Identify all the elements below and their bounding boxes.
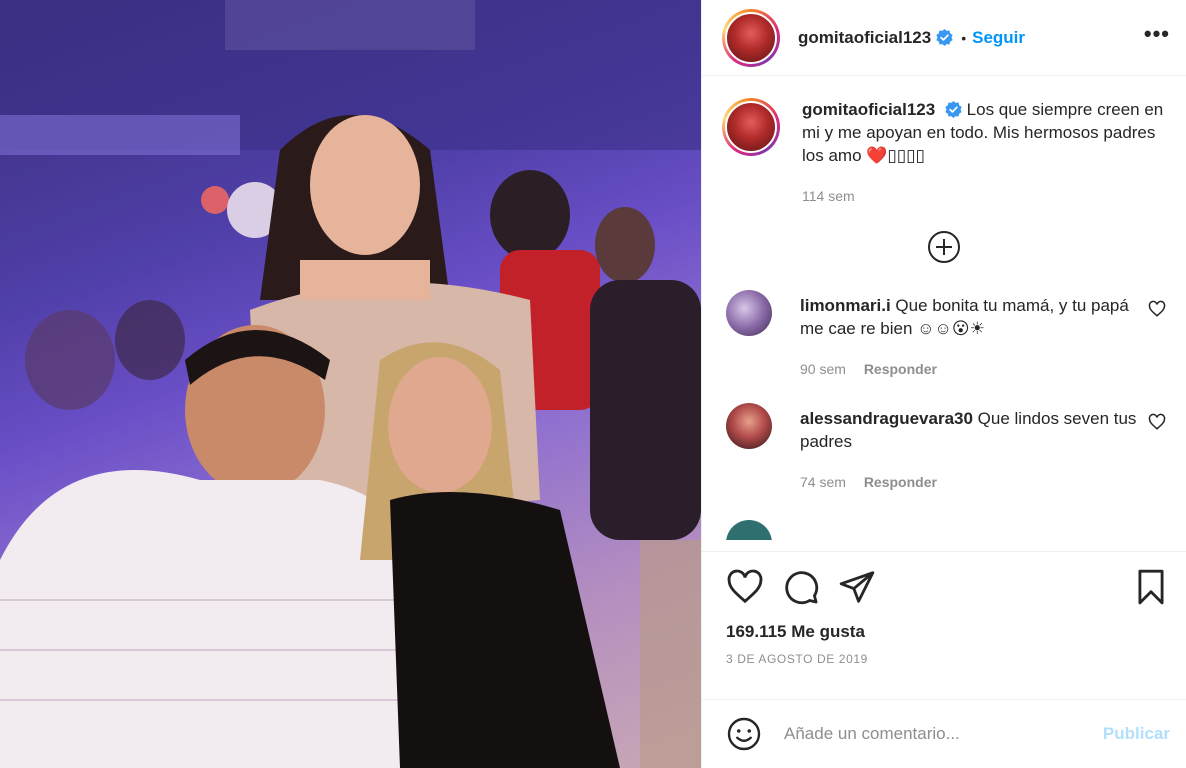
commenter-avatar[interactable] bbox=[726, 290, 772, 336]
verified-badge-icon bbox=[945, 101, 962, 118]
caption-body: gomitaoficial123 Los que siempre creen e… bbox=[802, 98, 1166, 208]
post-caption: gomitaoficial123 Los que siempre creen e… bbox=[722, 98, 1166, 208]
avatar-image bbox=[725, 11, 777, 64]
add-comment-bar: Publicar bbox=[702, 700, 1186, 768]
comments-section[interactable]: gomitaoficial123 Los que siempre creen e… bbox=[702, 76, 1186, 552]
comment-username[interactable]: alessandraguevara30 bbox=[800, 409, 973, 428]
avatar-image bbox=[725, 101, 777, 153]
post-details-panel: gomitaoficial123 • Seguir ••• gomitaofic… bbox=[701, 0, 1186, 768]
post-viewer: gomitaoficial123 • Seguir ••• gomitaofic… bbox=[0, 0, 1186, 768]
more-options-icon[interactable]: ••• bbox=[1144, 21, 1170, 55]
comment-time[interactable]: 90 sem bbox=[800, 361, 846, 377]
comment-meta: 74 sem Responder bbox=[800, 471, 1138, 494]
post-actions bbox=[702, 552, 1186, 622]
caption-avatar[interactable] bbox=[722, 98, 780, 156]
author-username[interactable]: gomitaoficial123 bbox=[798, 28, 931, 48]
post-date[interactable]: 3 DE AGOSTO DE 2019 bbox=[702, 642, 1186, 700]
author-avatar[interactable] bbox=[722, 8, 780, 67]
comment-body: limonmari.i Que bonita tu mamá, y tu pap… bbox=[800, 294, 1166, 381]
comment-body: alessandraguevara30 Que lindos seven tus… bbox=[800, 407, 1166, 494]
comment-input[interactable] bbox=[784, 724, 1103, 744]
publish-button[interactable]: Publicar bbox=[1103, 724, 1170, 744]
caption-meta: 114 sem bbox=[802, 185, 1166, 208]
photo-illustration bbox=[0, 0, 701, 768]
follow-button[interactable]: Seguir bbox=[972, 28, 1025, 48]
like-heart-icon[interactable] bbox=[726, 568, 764, 606]
commenter-avatar[interactable] bbox=[726, 520, 772, 540]
partially-hidden-comment bbox=[722, 520, 1166, 540]
like-comment-heart-icon[interactable] bbox=[1148, 300, 1166, 318]
header-separator: • bbox=[961, 29, 967, 46]
share-send-icon[interactable] bbox=[838, 568, 876, 606]
commenter-avatar[interactable] bbox=[726, 403, 772, 449]
like-comment-heart-icon[interactable] bbox=[1148, 413, 1166, 431]
emoji-icon[interactable] bbox=[726, 716, 762, 752]
likes-count[interactable]: 169.115 Me gusta bbox=[702, 622, 1186, 642]
post-header: gomitaoficial123 • Seguir ••• bbox=[702, 0, 1186, 76]
comment-meta: 90 sem Responder bbox=[800, 358, 1138, 381]
load-more-comments bbox=[722, 230, 1166, 264]
plus-circle-icon[interactable] bbox=[927, 230, 961, 264]
caption-time[interactable]: 114 sem bbox=[802, 188, 855, 204]
comment-time[interactable]: 74 sem bbox=[800, 474, 846, 490]
save-bookmark-icon[interactable] bbox=[1132, 568, 1170, 606]
comment-bubble-icon[interactable] bbox=[782, 568, 820, 606]
post-photo[interactable] bbox=[0, 0, 701, 768]
comment-item: limonmari.i Que bonita tu mamá, y tu pap… bbox=[722, 290, 1166, 381]
comment-item: alessandraguevara30 Que lindos seven tus… bbox=[722, 403, 1166, 494]
caption-username[interactable]: gomitaoficial123 bbox=[802, 100, 935, 119]
reply-button[interactable]: Responder bbox=[864, 474, 937, 490]
verified-badge-icon bbox=[936, 29, 953, 46]
reply-button[interactable]: Responder bbox=[864, 361, 937, 377]
comment-username[interactable]: limonmari.i bbox=[800, 296, 891, 315]
